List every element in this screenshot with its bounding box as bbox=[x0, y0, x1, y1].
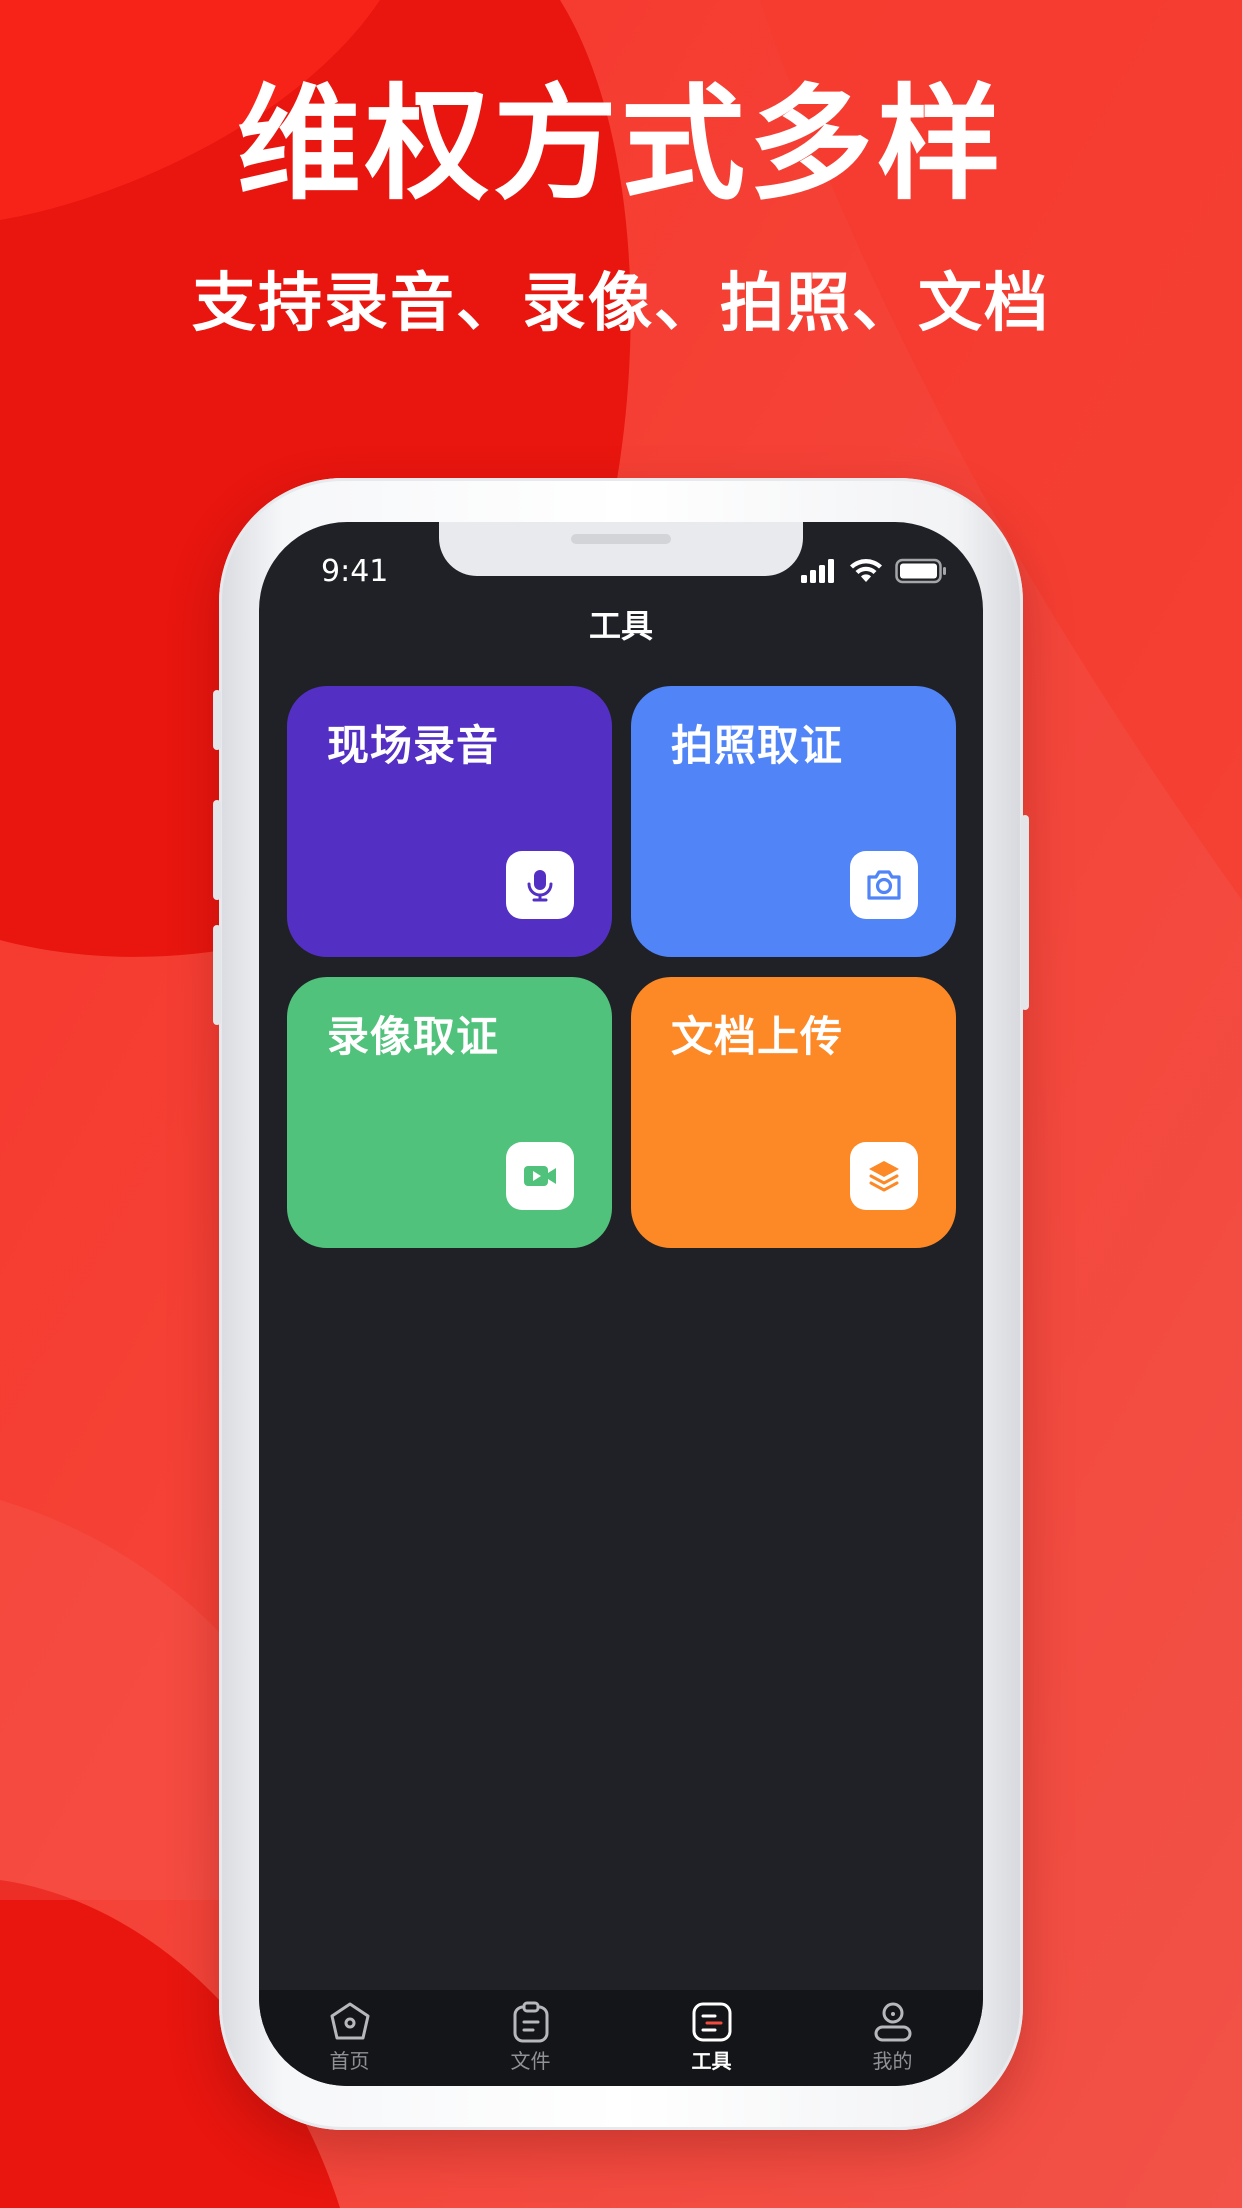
tool-card-document[interactable]: 文档上传 bbox=[631, 977, 956, 1248]
tab-bar: 首页 文件 工具 我的 bbox=[259, 1990, 983, 2086]
tab-label: 我的 bbox=[872, 2049, 913, 2073]
layers-icon bbox=[850, 1142, 918, 1210]
phone-side-button bbox=[213, 800, 221, 900]
battery-icon bbox=[895, 558, 946, 584]
clipboard-icon bbox=[513, 2001, 548, 2043]
status-time: 9:41 bbox=[321, 554, 389, 589]
hero-subtitle: 支持录音、录像、拍照、文档 bbox=[192, 267, 1050, 341]
tab-label: 首页 bbox=[329, 2049, 370, 2073]
phone-side-button bbox=[213, 690, 221, 750]
phone-screen: 9:41 工具 现场录音 拍照取证 录像取证 文档上传 首页 文件 工具 我的 bbox=[259, 522, 983, 2086]
camera-icon bbox=[850, 851, 918, 919]
video-icon bbox=[506, 1142, 574, 1210]
tab-label: 工具 bbox=[691, 2049, 732, 2073]
signal-icon bbox=[801, 559, 834, 583]
tool-card-label: 拍照取证 bbox=[671, 721, 844, 770]
hero-title: 维权方式多样 bbox=[236, 73, 1005, 217]
tab-files[interactable]: 文件 bbox=[440, 1990, 621, 2086]
tab-profile[interactable]: 我的 bbox=[802, 1990, 983, 2086]
notch bbox=[439, 522, 803, 576]
microphone-icon bbox=[506, 851, 574, 919]
tool-card-photo[interactable]: 拍照取证 bbox=[631, 686, 956, 957]
tool-card-audio[interactable]: 现场录音 bbox=[287, 686, 612, 957]
tab-home[interactable]: 首页 bbox=[259, 1990, 440, 2086]
tab-label: 文件 bbox=[510, 2049, 551, 2073]
tool-card-label: 现场录音 bbox=[327, 721, 500, 770]
profile-icon bbox=[874, 2002, 911, 2042]
tab-tools[interactable]: 工具 bbox=[621, 1990, 802, 2086]
tools-icon bbox=[692, 2002, 731, 2042]
speaker-grille bbox=[571, 534, 671, 544]
tool-card-label: 录像取证 bbox=[327, 1012, 500, 1061]
wifi-icon bbox=[850, 559, 882, 582]
phone-side-button bbox=[213, 925, 221, 1025]
phone-side-button bbox=[1021, 815, 1029, 1010]
status-icons bbox=[801, 556, 947, 586]
page-title: 工具 bbox=[588, 607, 653, 645]
home-icon bbox=[330, 2002, 369, 2040]
tool-card-video[interactable]: 录像取证 bbox=[287, 977, 612, 1248]
tool-card-label: 文档上传 bbox=[671, 1012, 844, 1061]
